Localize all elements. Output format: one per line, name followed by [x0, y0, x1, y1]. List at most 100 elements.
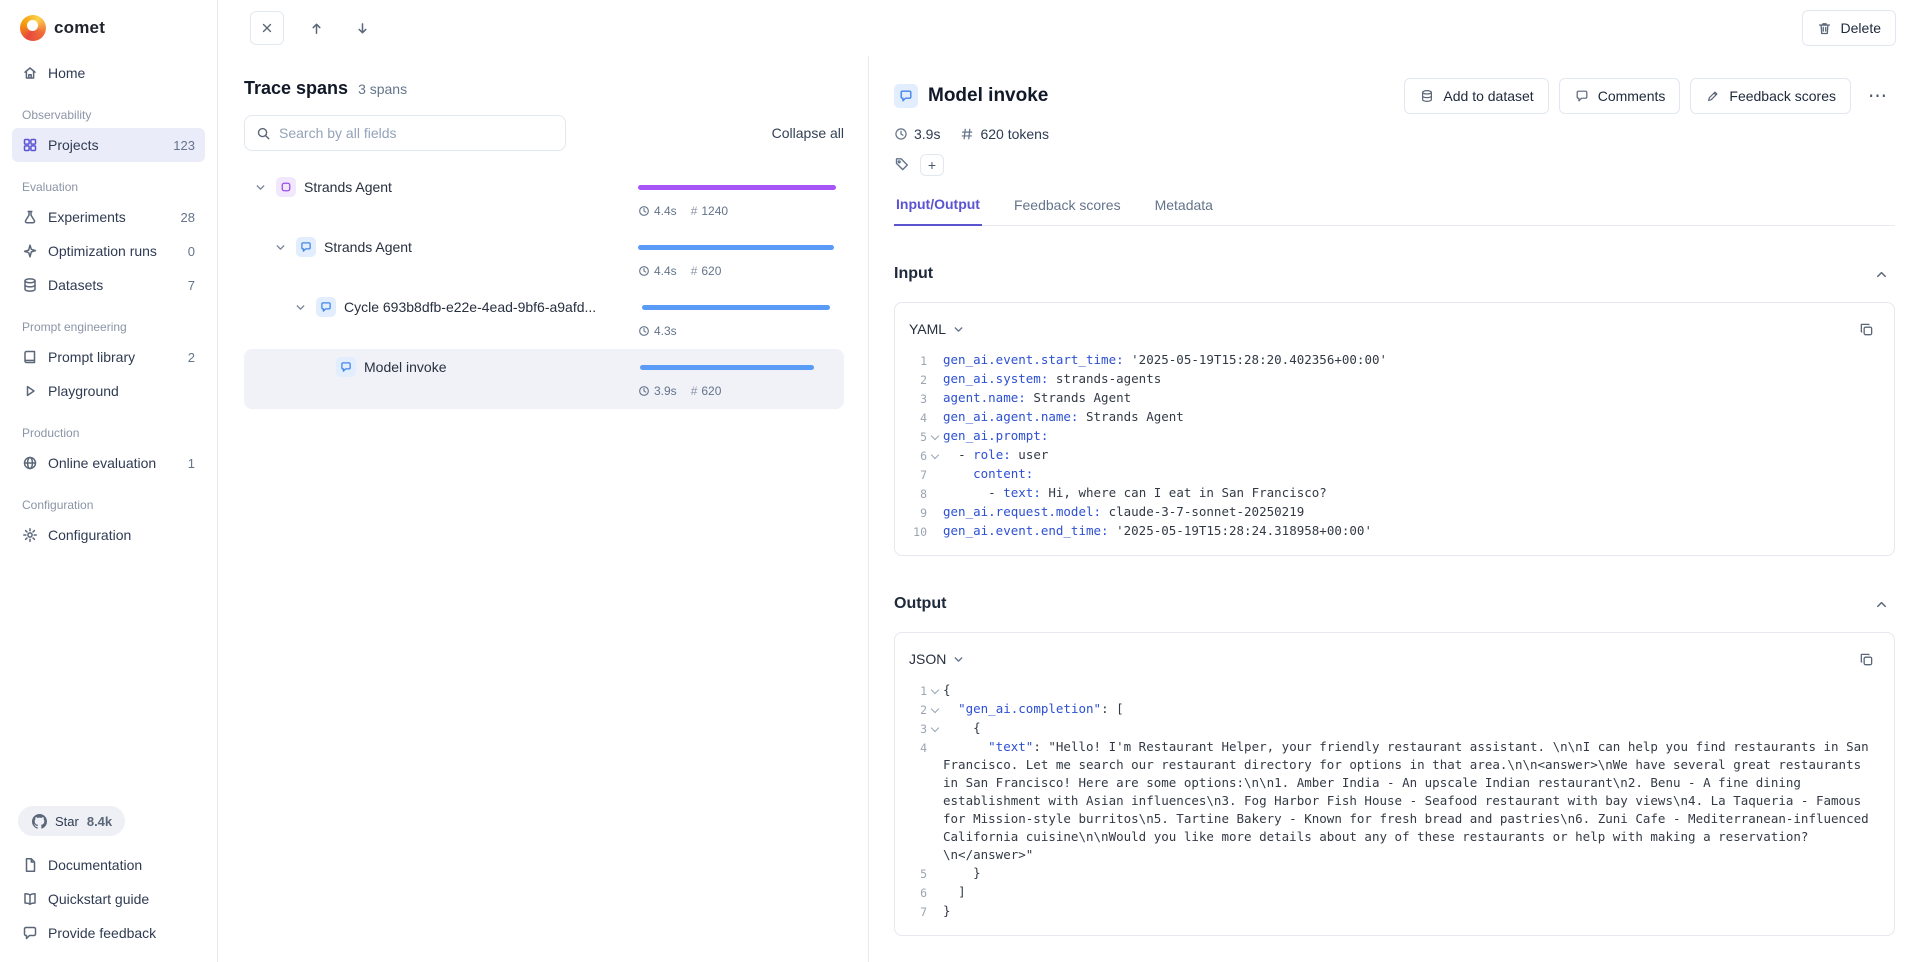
copy-input-button[interactable] — [1852, 315, 1880, 343]
span-expand-chevron-icon[interactable] — [252, 179, 268, 195]
sidebar-item-label: Optimization runs — [48, 243, 157, 259]
code-text: } — [943, 864, 1878, 883]
sidebar-item-online-evaluation[interactable]: Online evaluation 1 — [12, 446, 205, 480]
fold-chevron-icon[interactable] — [927, 719, 943, 738]
add-tag-button[interactable]: + — [920, 154, 944, 176]
fold-spacer — [927, 389, 943, 408]
fold-chevron-icon[interactable] — [927, 446, 943, 465]
span-expand-chevron-icon[interactable] — [292, 299, 308, 315]
section-label-configuration: Configuration — [22, 498, 195, 512]
sidebar-item-documentation[interactable]: Documentation — [12, 848, 205, 882]
sidebar: comet Home Observability Projects 123 Ev… — [0, 0, 218, 962]
code-line: 6 ] — [901, 883, 1878, 902]
output-format-select[interactable]: JSON — [909, 651, 965, 667]
fold-spacer — [927, 503, 943, 522]
collapse-all-button[interactable]: Collapse all — [772, 125, 844, 141]
hash-icon: # — [691, 384, 698, 398]
code-line: 4gen_ai.agent.name: Strands Agent — [901, 408, 1878, 427]
agent-span-icon — [276, 177, 296, 197]
span-name: Strands Agent — [304, 179, 392, 195]
app-root: comet Home Observability Projects 123 Ev… — [0, 0, 1920, 962]
more-options-button[interactable]: ⋯ — [1861, 79, 1895, 113]
copy-output-button[interactable] — [1852, 645, 1880, 673]
sidebar-item-label: Quickstart guide — [48, 891, 149, 907]
fold-chevron-icon[interactable] — [927, 427, 943, 446]
delete-button[interactable]: Delete — [1802, 10, 1896, 46]
code-text: gen_ai.request.model: claude-3-7-sonnet-… — [943, 503, 1878, 522]
code-line: 2 "gen_ai.completion": [ — [901, 700, 1878, 719]
globe-icon — [22, 455, 38, 471]
code-line: 3agent.name: Strands Agent — [901, 389, 1878, 408]
span-tree: Strands Agent4.4s#1240Strands Agent 4.4s #… — [244, 169, 844, 409]
span-row[interactable]: Model invoke3.9s#620 — [244, 349, 844, 409]
code-line: 3 { — [901, 719, 1878, 738]
span-row[interactable]: Strands Agent4.4s#620 — [244, 229, 844, 289]
code-text: gen_ai.system: strands-agents — [943, 370, 1878, 389]
comments-button[interactable]: Comments — [1559, 78, 1681, 114]
sidebar-item-provide-feedback[interactable]: Provide feedback — [12, 916, 205, 950]
code-line: 7 content: — [901, 465, 1878, 484]
fold-chevron-icon[interactable] — [927, 700, 943, 719]
sidebar-item-playground[interactable]: Playground — [12, 374, 205, 408]
collapse-output-button[interactable] — [1867, 590, 1895, 618]
sidebar-item-home[interactable]: Home — [12, 56, 205, 90]
sidebar-item-experiments[interactable]: Experiments 28 — [12, 200, 205, 234]
line-number: 1 — [901, 351, 927, 370]
span-name: Model invoke — [364, 359, 447, 375]
sidebar-item-optimization-runs[interactable]: Optimization runs 0 — [12, 234, 205, 268]
span-detail-panel: Model invoke Add to dataset Comments — [868, 56, 1920, 962]
code-line: 8 - text: Hi, where can I eat in San Fra… — [901, 484, 1878, 503]
clock-icon — [638, 265, 650, 277]
clock-icon — [894, 127, 908, 141]
feedback-chat-icon — [22, 925, 38, 941]
add-to-dataset-button[interactable]: Add to dataset — [1404, 78, 1548, 114]
code-text: ] — [943, 883, 1878, 902]
plus-icon: + — [928, 158, 936, 172]
span-row[interactable]: Cycle 693b8dfb-e22e-4ead-9bf6-a9afd...4.… — [244, 289, 844, 349]
search-icon — [255, 125, 271, 141]
hash-icon: # — [691, 204, 698, 218]
input-format-select[interactable]: YAML — [909, 321, 965, 337]
feedback-scores-label: Feedback scores — [1729, 88, 1836, 104]
sidebar-item-datasets[interactable]: Datasets 7 — [12, 268, 205, 302]
code-line: 6 - role: user — [901, 446, 1878, 465]
hash-icon: # — [691, 264, 698, 278]
code-text: content: — [943, 465, 1878, 484]
sidebar-item-projects[interactable]: Projects 123 — [12, 128, 205, 162]
comment-icon — [1574, 88, 1590, 104]
sparkle-icon — [22, 243, 38, 259]
logo[interactable]: comet — [12, 0, 205, 56]
sidebar-item-badge: 123 — [173, 138, 195, 153]
tab-input-output[interactable]: Input/Output — [894, 196, 982, 226]
code-text: "text": "Hello! I'm Restaurant Helper, y… — [943, 738, 1878, 864]
sidebar-item-configuration[interactable]: Configuration — [12, 518, 205, 552]
arrow-up-icon — [308, 20, 324, 36]
sidebar-item-badge: 0 — [188, 244, 195, 259]
previous-trace-button[interactable] — [302, 14, 330, 42]
search-input[interactable] — [279, 125, 555, 141]
feedback-scores-button[interactable]: Feedback scores — [1690, 78, 1851, 114]
code-line: 5gen_ai.prompt: — [901, 427, 1878, 446]
span-expand-chevron-icon[interactable] — [272, 239, 288, 255]
span-row[interactable]: Strands Agent4.4s#1240 — [244, 169, 844, 229]
arrow-down-icon — [354, 20, 370, 36]
clock-icon — [638, 205, 650, 217]
add-to-dataset-label: Add to dataset — [1443, 88, 1533, 104]
collapse-input-button[interactable] — [1867, 260, 1895, 288]
span-duration: 4.4s — [654, 264, 677, 278]
tab-feedback-scores[interactable]: Feedback scores — [1012, 196, 1123, 225]
chevron-up-icon — [1873, 596, 1889, 612]
fold-chevron-icon[interactable] — [927, 681, 943, 700]
sidebar-item-label: Documentation — [48, 857, 142, 873]
close-button[interactable] — [250, 11, 284, 45]
line-number: 3 — [901, 719, 927, 738]
sidebar-item-quickstart-guide[interactable]: Quickstart guide — [12, 882, 205, 916]
sidebar-footer: Star 8.4k Documentation Quickstart guide… — [12, 806, 205, 962]
home-icon — [22, 65, 38, 81]
github-star-button[interactable]: Star 8.4k — [18, 806, 125, 836]
sidebar-item-prompt-library[interactable]: Prompt library 2 — [12, 340, 205, 374]
sidebar-item-label: Configuration — [48, 527, 131, 543]
sidebar-item-badge: 7 — [188, 278, 195, 293]
next-trace-button[interactable] — [348, 14, 376, 42]
tab-metadata[interactable]: Metadata — [1153, 196, 1215, 225]
